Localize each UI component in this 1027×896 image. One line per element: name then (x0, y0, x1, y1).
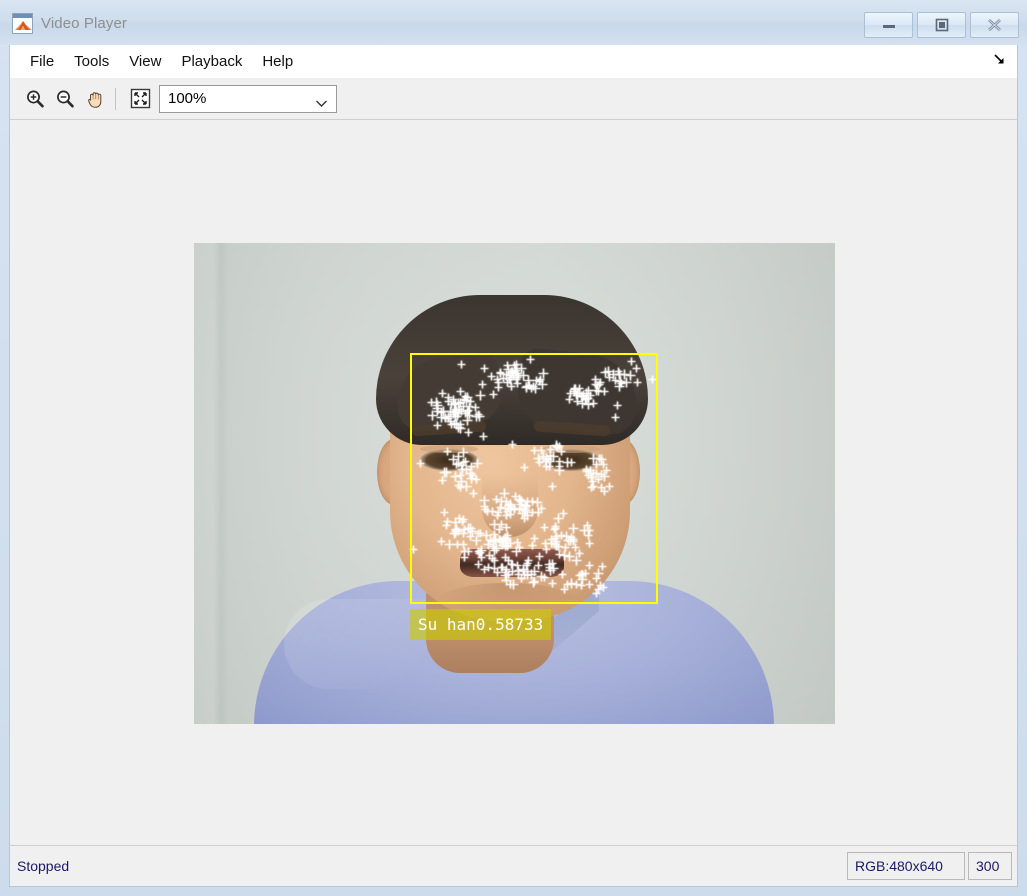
video-frame[interactable]: Su han0.58733 (194, 243, 835, 724)
menu-item-help[interactable]: Help (252, 49, 303, 74)
menu-item-file[interactable]: File (20, 49, 64, 74)
maximize-button[interactable] (917, 12, 966, 38)
minimize-button[interactable] (864, 12, 913, 38)
zoom-in-button[interactable] (22, 86, 48, 112)
zoom-level-combobox[interactable]: 100% (159, 84, 337, 113)
title-bar: Video Player (0, 0, 1027, 45)
playback-state-label: Stopped (17, 858, 70, 874)
menu-items: File Tools View Playback Help (20, 45, 303, 78)
close-button[interactable] (970, 12, 1019, 38)
window-title: Video Player (41, 15, 127, 32)
chevron-down-icon[interactable] (315, 95, 328, 113)
face-label-badge: Su han0.58733 (410, 609, 551, 640)
menu-item-playback[interactable]: Playback (171, 49, 252, 74)
toolbar: 100% (9, 78, 1018, 120)
frame-panel: 300 (968, 852, 1012, 880)
video-canvas-area: Su han0.58733 (9, 120, 1018, 845)
face-label-text: Su han0.58733 (418, 615, 544, 634)
menu-item-view[interactable]: View (119, 49, 171, 74)
video-player-window: Video Player File Tools View Playback He… (0, 0, 1027, 896)
format-panel: RGB:480x640 (847, 852, 965, 880)
menu-item-tools[interactable]: Tools (64, 49, 119, 74)
toolbar-separator (115, 87, 116, 110)
fit-to-window-button[interactable] (127, 86, 153, 112)
undock-arrow-icon[interactable] (993, 53, 1007, 72)
matlab-icon (12, 13, 33, 34)
zoom-level-value: 100% (168, 90, 207, 107)
zoom-out-button[interactable] (52, 86, 78, 112)
status-panels: RGB:480x640 300 (847, 852, 1012, 880)
status-bar: Stopped RGB:480x640 300 (9, 845, 1018, 887)
menu-bar: File Tools View Playback Help (9, 45, 1018, 78)
title-bar-left: Video Player (12, 13, 127, 34)
pan-button[interactable] (82, 86, 108, 112)
window-controls (864, 12, 1019, 38)
face-bounding-box (410, 353, 658, 604)
